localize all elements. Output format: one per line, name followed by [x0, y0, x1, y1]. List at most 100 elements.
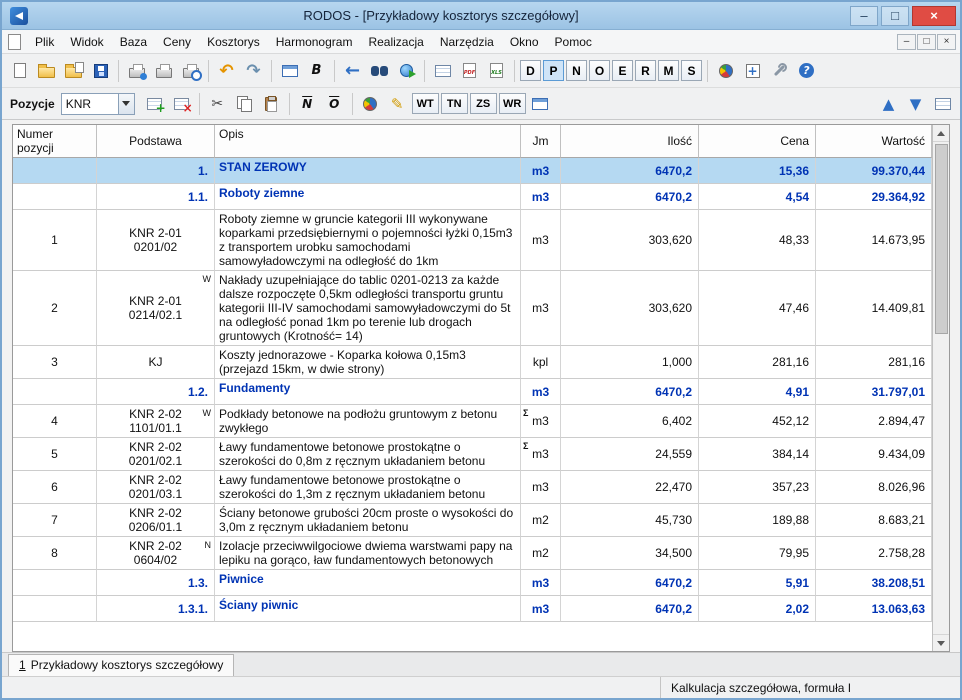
row-delete-icon[interactable]: [168, 90, 195, 117]
letter-button-p[interactable]: P: [543, 60, 564, 81]
column-header-podstawa[interactable]: Podstawa: [97, 125, 215, 158]
grid-row-item[interactable]: 1KNR 2-01 0201/02Roboty ziemne w gruncie…: [13, 210, 932, 271]
grid-row-item[interactable]: 5KNR 2-02 0201/02.1Ławy fundamentowe bet…: [13, 438, 932, 471]
menu-item-kosztorys[interactable]: Kosztorys: [199, 32, 268, 52]
redo-icon[interactable]: ↷: [240, 57, 267, 84]
grid-row-item[interactable]: 2KNR 2-01 0214/02.1WNakłady uzupełniając…: [13, 271, 932, 346]
letter-button-e[interactable]: E: [612, 60, 633, 81]
print-preview-icon[interactable]: [177, 57, 204, 84]
new-document-icon[interactable]: [6, 57, 33, 84]
grid-body: 1.STAN ZEROWYm36470,215,3699.370,441.1.R…: [13, 158, 932, 651]
grid-row-item[interactable]: 3KJKoszty jednorazowe - Koparka kołowa 0…: [13, 346, 932, 379]
cell-wartosc: 29.364,92: [816, 184, 932, 210]
minimize-button[interactable]: –: [850, 6, 878, 26]
menu-item-realizacja[interactable]: Realizacja: [360, 32, 431, 52]
letter-button-n[interactable]: N: [566, 60, 587, 81]
app-window: RODOS - [Przykładowy kosztorys szczegóło…: [0, 0, 962, 700]
menu-item-ceny[interactable]: Ceny: [155, 32, 199, 52]
table-window-icon[interactable]: [276, 57, 303, 84]
document-icon[interactable]: [8, 34, 21, 50]
code-button-wr[interactable]: WR: [499, 93, 526, 114]
tools-wrench-icon[interactable]: [766, 57, 793, 84]
move-down-icon[interactable]: ▼: [902, 90, 929, 117]
letter-button-d[interactable]: D: [520, 60, 541, 81]
code-button-wt[interactable]: WT: [412, 93, 439, 114]
mdi-restore-button[interactable]: □: [917, 34, 936, 50]
panel-window-icon[interactable]: [527, 90, 554, 117]
edit-description-icon[interactable]: B: [303, 57, 330, 84]
export-pdf-icon[interactable]: PDF: [456, 57, 483, 84]
cut-icon[interactable]: ✂: [204, 90, 231, 117]
export-xls-icon[interactable]: XLS: [483, 57, 510, 84]
maximize-button[interactable]: □: [881, 6, 909, 26]
scroll-down-icon[interactable]: [933, 634, 949, 651]
print-icon[interactable]: [150, 57, 177, 84]
n-overline-icon[interactable]: N: [294, 90, 321, 117]
grid-row-section[interactable]: 1.1.Roboty ziemnem36470,24,5429.364,92: [13, 184, 932, 210]
menu-item-harmonogram[interactable]: Harmonogram: [268, 32, 361, 52]
search-binoculars-icon[interactable]: [366, 57, 393, 84]
help-icon[interactable]: ?: [793, 57, 820, 84]
menu-item-plik[interactable]: Plik: [27, 32, 62, 52]
column-header-opis[interactable]: Opis: [215, 125, 521, 158]
mdi-close-button[interactable]: ×: [937, 34, 956, 50]
grid-row-section[interactable]: 1.2.Fundamentym36470,24,9131.797,01: [13, 379, 932, 405]
grid-row-item[interactable]: 8KNR 2-02 0604/02NIzolacje przeciwwilgoc…: [13, 537, 932, 570]
column-header-numer[interactable]: Numer pozycji: [13, 125, 97, 158]
letter-button-m[interactable]: M: [658, 60, 679, 81]
copy-icon[interactable]: [231, 90, 258, 117]
cell-wartosc: 281,16: [816, 346, 932, 379]
chevron-down-icon[interactable]: [118, 94, 134, 114]
vertical-scrollbar[interactable]: [932, 125, 949, 651]
menu-item-pomoc[interactable]: Pomoc: [547, 32, 600, 52]
grid-row-item[interactable]: 7KNR 2-02 0206/01.1Ściany betonowe grubo…: [13, 504, 932, 537]
grid-row-section[interactable]: 1.3.Piwnicem36470,25,9138.208,51: [13, 570, 932, 596]
cell-ilosc: 6470,2: [561, 158, 699, 184]
undo-icon[interactable]: ↶: [213, 57, 240, 84]
letter-button-o[interactable]: O: [589, 60, 610, 81]
mdi-minimize-button[interactable]: –: [897, 34, 916, 50]
calc-plus-icon: +: [746, 64, 760, 78]
move-up-icon[interactable]: ▲: [875, 90, 902, 117]
close-button[interactable]: ×: [912, 6, 956, 26]
cell-cena: 189,88: [699, 504, 816, 537]
scroll-up-icon[interactable]: [933, 125, 949, 142]
table-columns-icon[interactable]: [429, 57, 456, 84]
stats-pie-icon[interactable]: [357, 90, 384, 117]
knr-combobox[interactable]: KNR: [61, 93, 135, 115]
scrollbar-thumb[interactable]: [935, 144, 948, 334]
letter-button-r[interactable]: R: [635, 60, 656, 81]
o-overline-icon[interactable]: O: [321, 90, 348, 117]
open-folder-icon[interactable]: [33, 57, 60, 84]
menu-item-widok[interactable]: Widok: [62, 32, 111, 52]
menu-item-baza[interactable]: Baza: [112, 32, 155, 52]
code-button-zs[interactable]: ZS: [470, 93, 497, 114]
search-go-icon[interactable]: [393, 57, 420, 84]
cell-podstawa: KNR 2-02 0206/01.1: [97, 504, 215, 537]
grid-row-item[interactable]: 4KNR 2-02 1101/01.1WPodkłady betonowe na…: [13, 405, 932, 438]
back-arrow-icon[interactable]: ←: [339, 57, 366, 84]
column-header-wartosc[interactable]: Wartość: [816, 125, 932, 158]
menu-item-narzędzia[interactable]: Narzędzia: [432, 32, 502, 52]
grid-row-item[interactable]: 6KNR 2-02 0201/03.1Ławy fundamentowe bet…: [13, 471, 932, 504]
grid-row-section[interactable]: 1.3.1.Ściany piwnicm36470,22,0213.063,63: [13, 596, 932, 622]
code-button-tn[interactable]: TN: [441, 93, 468, 114]
menu-item-okno[interactable]: Okno: [502, 32, 547, 52]
tab-label: Przykładowy kosztorys szczegółowy: [31, 658, 224, 672]
column-header-cena[interactable]: Cena: [699, 125, 816, 158]
edit-pencil-icon[interactable]: ✎: [384, 90, 411, 117]
row-insert-icon[interactable]: [141, 90, 168, 117]
paste-icon[interactable]: [258, 90, 285, 117]
letter-button-s[interactable]: S: [681, 60, 702, 81]
print-settings-icon[interactable]: [123, 57, 150, 84]
column-header-ilosc[interactable]: Ilość: [561, 125, 699, 158]
cell-wartosc: 2.758,28: [816, 537, 932, 570]
calc-plus-icon[interactable]: +: [739, 57, 766, 84]
tab-kosztorys[interactable]: 1 Przykładowy kosztorys szczegółowy: [8, 654, 234, 676]
open-file-icon[interactable]: [60, 57, 87, 84]
summary-grid-icon[interactable]: [929, 90, 956, 117]
save-icon[interactable]: [87, 57, 114, 84]
grid-row-section[interactable]: 1.STAN ZEROWYm36470,215,3699.370,44: [13, 158, 932, 184]
pie-chart-icon[interactable]: [712, 57, 739, 84]
column-header-jm[interactable]: Jm: [521, 125, 561, 158]
